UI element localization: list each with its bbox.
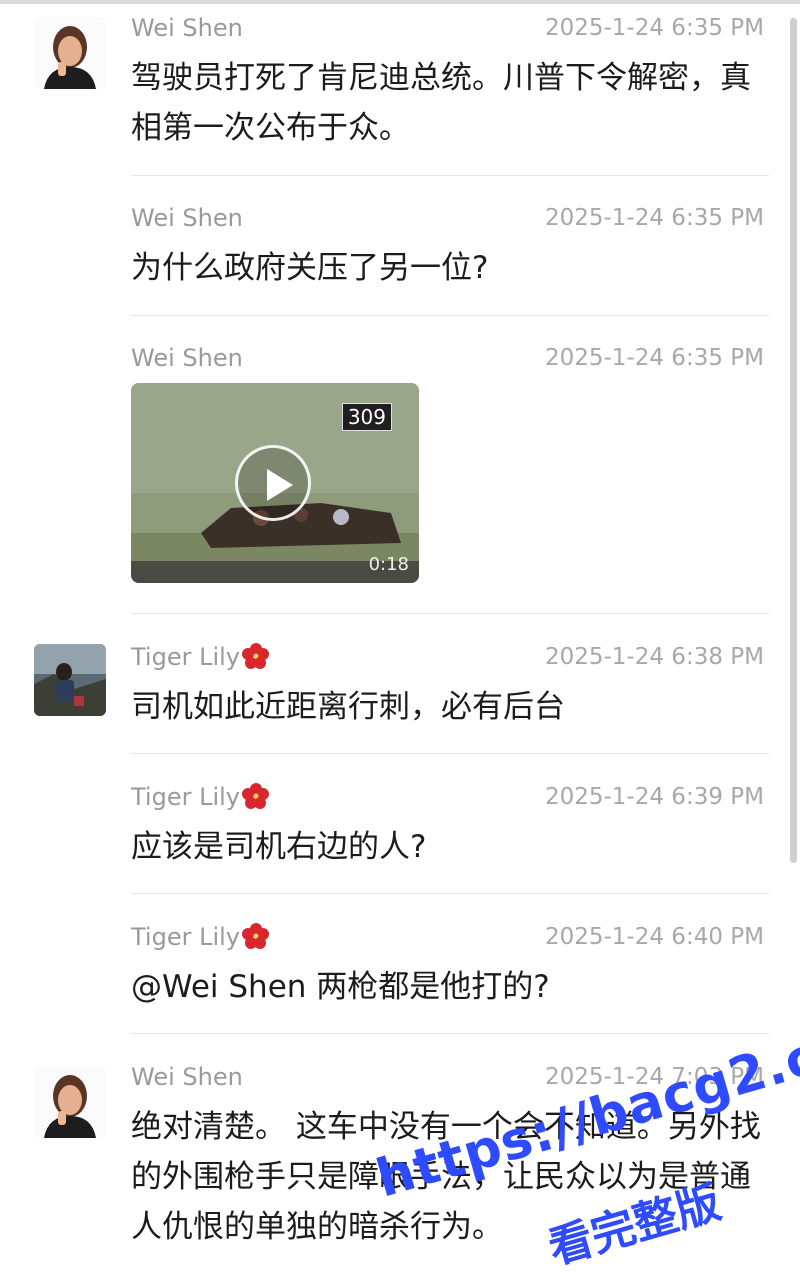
divider (131, 315, 769, 316)
avatar-wei-shen[interactable] (34, 17, 106, 89)
sender-name[interactable]: Tiger Lily (131, 922, 270, 952)
timestamp: 2025-1-24 6:35 PM (544, 205, 764, 231)
hibiscus-icon (242, 922, 270, 950)
message-text: 应该是司机右边的人? (131, 829, 427, 865)
divider (131, 1033, 769, 1034)
avatar-tiger-lily[interactable] (34, 644, 106, 716)
play-icon[interactable] (235, 445, 311, 521)
timestamp: 2025-1-24 6:35 PM (544, 15, 764, 41)
video-badge: 309 (341, 403, 392, 431)
timestamp: 2025-1-24 6:38 PM (544, 644, 764, 670)
message-text: 驾驶员打死了肯尼迪总统。川普下令解密，真相第一次公布于众。 (131, 60, 751, 146)
timestamp: 2025-1-24 6:40 PM (544, 924, 764, 950)
timestamp: 2025-1-24 6:35 PM (544, 345, 764, 371)
sender-name[interactable]: Wei Shen (131, 1062, 243, 1092)
divider (131, 613, 769, 614)
divider (131, 175, 769, 176)
avatar-wei-shen[interactable] (34, 1066, 106, 1138)
divider (131, 753, 769, 754)
message-text: 司机如此近距离行刺，必有后台 (131, 689, 565, 725)
hibiscus-icon (242, 642, 270, 670)
divider (131, 893, 769, 894)
sender-name[interactable]: Wei Shen (131, 203, 243, 233)
video-duration: 0:18 (368, 554, 409, 575)
video-thumbnail[interactable]: 309 0:18 (131, 383, 419, 583)
hibiscus-icon (242, 782, 270, 810)
sender-name[interactable]: Wei Shen (131, 13, 243, 43)
top-bar (0, 0, 800, 4)
scrollbar-thumb[interactable] (790, 18, 797, 863)
message-text: @Wei Shen 两枪都是他打的? (131, 969, 550, 1005)
sender-name[interactable]: Tiger Lily (131, 642, 270, 672)
sender-name[interactable]: Wei Shen (131, 343, 243, 373)
timestamp: 2025-1-24 6:39 PM (544, 784, 764, 810)
sender-name[interactable]: Tiger Lily (131, 782, 270, 812)
message-text: 为什么政府关压了另一位? (131, 250, 489, 286)
